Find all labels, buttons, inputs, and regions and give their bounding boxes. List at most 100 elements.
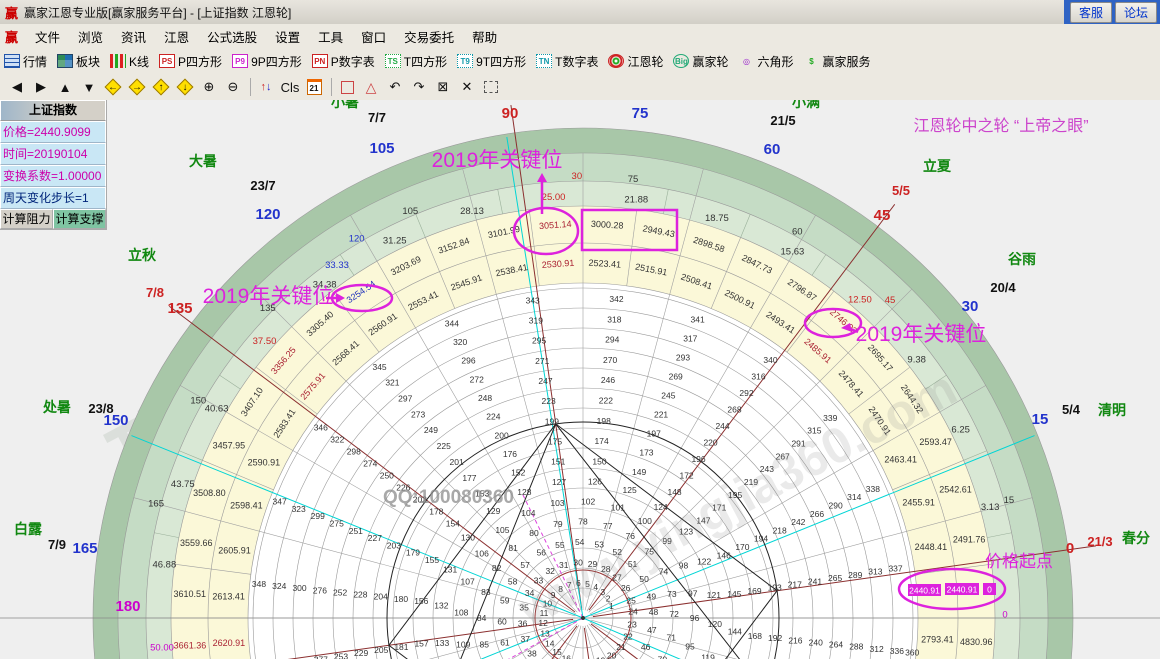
svg-text:251: 251 bbox=[349, 526, 363, 536]
rotate-ccw-button[interactable]: ↶ bbox=[384, 77, 406, 97]
pan-down-button[interactable]: ↓ bbox=[174, 77, 196, 97]
fit-box-button[interactable]: ⊠ bbox=[432, 77, 454, 97]
toolbar-hexagon-button[interactable]: ◎六角形 bbox=[739, 53, 794, 70]
menu-item-9[interactable]: 交易委托 bbox=[395, 25, 463, 48]
forward-button[interactable]: ▶ bbox=[30, 77, 52, 97]
svg-text:317: 317 bbox=[683, 333, 697, 343]
gann-wheel-chart[interactable]: 赢家财富网12345678910111213141516171819202122… bbox=[0, 100, 1160, 659]
svg-text:245: 245 bbox=[661, 391, 675, 401]
menu-item-1[interactable]: 文件 bbox=[26, 25, 69, 48]
svg-text:229: 229 bbox=[354, 648, 368, 658]
menu-item-4[interactable]: 江恩 bbox=[155, 25, 198, 48]
pan-left-icon: ← bbox=[108, 82, 118, 93]
updown-arrows-icon: ↑↓ bbox=[261, 81, 272, 93]
svg-text:228: 228 bbox=[353, 590, 367, 600]
svg-text:199: 199 bbox=[545, 416, 559, 426]
toolbar-9p-square-button[interactable]: P99P四方形 bbox=[232, 53, 302, 70]
zoom-in-button[interactable]: ⊕ bbox=[198, 77, 220, 97]
svg-text:2620.91: 2620.91 bbox=[213, 638, 246, 648]
menu-item-3[interactable]: 资讯 bbox=[112, 25, 155, 48]
shrink-icon: ✕ bbox=[462, 79, 473, 95]
toolbar-t-square-button[interactable]: TST四方形 bbox=[385, 53, 447, 70]
svg-text:2593.47: 2593.47 bbox=[919, 437, 952, 447]
customer-service-button[interactable]: 客服 bbox=[1070, 2, 1112, 23]
svg-text:119: 119 bbox=[701, 652, 715, 659]
svg-text:19: 19 bbox=[596, 656, 606, 659]
draw-square-button[interactable] bbox=[336, 77, 358, 97]
toolbar-quotes-button[interactable]: 行情 bbox=[4, 53, 47, 70]
symbol-name: 上证指数 bbox=[0, 100, 106, 121]
winner-service-icon: $ bbox=[804, 54, 820, 68]
svg-text:33.33: 33.33 bbox=[325, 260, 349, 271]
rotate-ccw-icon: ↶ bbox=[390, 79, 401, 95]
svg-text:266: 266 bbox=[810, 509, 824, 519]
panel-row-4: 周天变化步长=1 bbox=[0, 187, 106, 209]
forum-button[interactable]: 论坛 bbox=[1115, 2, 1157, 23]
draw-triangle-button[interactable]: △ bbox=[360, 77, 382, 97]
toolbar-kline-button[interactable]: K线 bbox=[110, 53, 149, 70]
svg-text:102: 102 bbox=[581, 496, 595, 506]
pan-right-button[interactable]: → bbox=[126, 77, 148, 97]
rotate-cw-button[interactable]: ↷ bbox=[408, 77, 430, 97]
up-button[interactable]: ▲ bbox=[54, 77, 76, 97]
zoom-out-button[interactable]: ⊖ bbox=[222, 77, 244, 97]
menu-item-10[interactable]: 帮助 bbox=[463, 25, 506, 48]
toolbar-winner-service-button[interactable]: $赢家服务 bbox=[804, 53, 871, 70]
svg-text:37: 37 bbox=[521, 634, 531, 644]
menu-bar: 赢 文件浏览资讯江恩公式选股设置工具窗口交易委托帮助 bbox=[0, 24, 1160, 49]
toolbar-winner-wheel-button[interactable]: Big赢家轮 bbox=[673, 53, 728, 70]
svg-text:337: 337 bbox=[888, 563, 902, 573]
pan-left-button[interactable]: ← bbox=[102, 77, 124, 97]
svg-text:101: 101 bbox=[611, 503, 625, 513]
svg-text:176: 176 bbox=[503, 449, 517, 459]
toolbar-label: P数字表 bbox=[331, 53, 375, 70]
svg-text:2019年关键位: 2019年关键位 bbox=[856, 323, 987, 346]
menu-item-8[interactable]: 窗口 bbox=[352, 25, 395, 48]
menu-item-6[interactable]: 设置 bbox=[266, 25, 309, 48]
toolbar-p-number-button[interactable]: PNP数字表 bbox=[312, 53, 375, 70]
forward-icon: ▶ bbox=[36, 79, 46, 95]
cls-button[interactable]: Cls bbox=[279, 77, 301, 97]
calendar-button[interactable]: 21 bbox=[303, 77, 325, 97]
svg-text:322: 322 bbox=[330, 434, 344, 444]
svg-text:60: 60 bbox=[497, 617, 507, 627]
calc-support-button[interactable]: 计算支撑 bbox=[53, 209, 106, 229]
svg-text:价格起点: 价格起点 bbox=[985, 552, 1053, 571]
svg-text:135: 135 bbox=[167, 300, 192, 317]
svg-text:25: 25 bbox=[626, 595, 636, 605]
svg-text:54: 54 bbox=[575, 537, 585, 547]
svg-text:249: 249 bbox=[424, 425, 438, 435]
menu-item-5[interactable]: 公式选股 bbox=[198, 25, 266, 48]
symbol-info-panel: 上证指数 价格=2440.9099时间=20190104变换系数=1.00000… bbox=[0, 100, 107, 230]
svg-text:131: 131 bbox=[443, 565, 457, 575]
svg-text:98: 98 bbox=[679, 561, 689, 571]
toolbar-sectors-button[interactable]: 板块 bbox=[57, 53, 100, 70]
svg-text:47: 47 bbox=[647, 625, 657, 635]
svg-text:4830.96: 4830.96 bbox=[960, 637, 993, 647]
pan-up-button[interactable]: ↑ bbox=[150, 77, 172, 97]
toolbar-p-square-button[interactable]: PSP四方形 bbox=[159, 53, 222, 70]
back-button[interactable]: ◀ bbox=[6, 77, 28, 97]
svg-text:244: 244 bbox=[715, 421, 729, 431]
menu-item-7[interactable]: 工具 bbox=[309, 25, 352, 48]
calc-resistance-button[interactable]: 计算阻力 bbox=[0, 209, 53, 229]
svg-text:297: 297 bbox=[398, 393, 412, 403]
toolbar-gann-wheel-button[interactable]: 江恩轮 bbox=[608, 53, 663, 70]
svg-text:288: 288 bbox=[849, 642, 863, 652]
select-region-button[interactable] bbox=[480, 77, 502, 97]
toolbar-t-number-button[interactable]: TNT数字表 bbox=[536, 53, 598, 70]
svg-text:220: 220 bbox=[703, 437, 717, 447]
updown-arrows-button[interactable]: ↑↓ bbox=[255, 77, 277, 97]
down-button[interactable]: ▼ bbox=[78, 77, 100, 97]
pan-up-icon: ↑ bbox=[159, 82, 164, 93]
svg-text:218: 218 bbox=[773, 525, 787, 535]
svg-text:106: 106 bbox=[475, 548, 489, 558]
svg-text:217: 217 bbox=[788, 579, 802, 589]
quotes-icon bbox=[4, 54, 20, 68]
9p-square-icon: P9 bbox=[232, 54, 248, 68]
toolbar-9t-square-button[interactable]: T99T四方形 bbox=[457, 53, 526, 70]
svg-text:277: 277 bbox=[314, 655, 328, 659]
svg-text:40.63: 40.63 bbox=[205, 404, 229, 415]
menu-item-2[interactable]: 浏览 bbox=[69, 25, 112, 48]
shrink-button[interactable]: ✕ bbox=[456, 77, 478, 97]
